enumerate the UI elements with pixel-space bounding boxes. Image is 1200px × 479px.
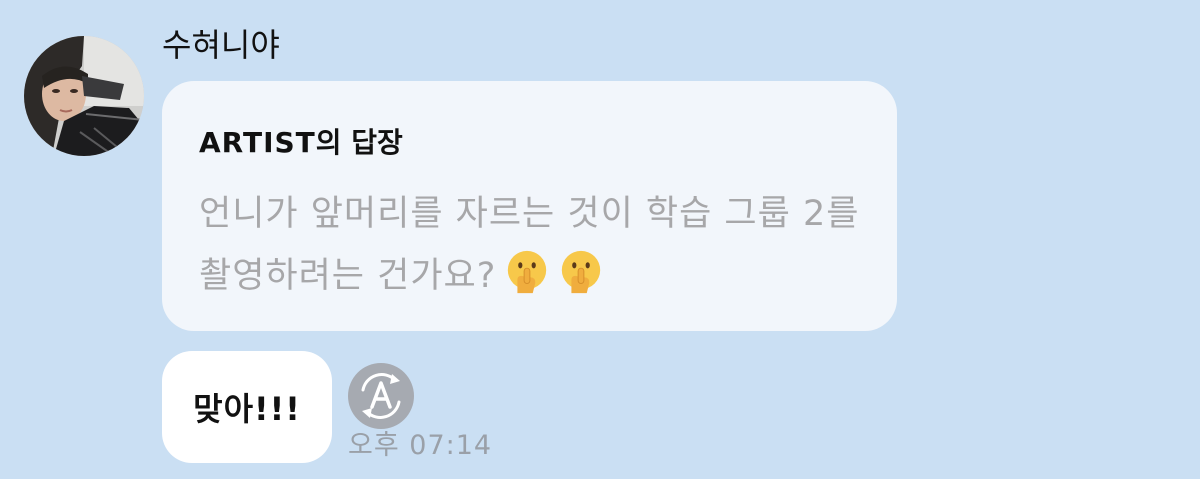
shushing-face-icon [508, 250, 547, 294]
emoji-group [496, 250, 604, 296]
reply-header-suffix: 의 답장 [315, 126, 403, 159]
timestamp: 오후 07:14 [348, 430, 493, 461]
message-bubble: 맞아!!! [162, 351, 332, 463]
avatar-photo [24, 36, 144, 156]
reply-header-artist: ARTIST [199, 126, 316, 159]
auto-translate-button[interactable] [348, 363, 414, 429]
artist-reply-bubble: ARTIST의 답장 언니가 앞머리를 자르는 것이 학습 그룹 2를 촬영하려… [162, 81, 897, 331]
sender-name: 수혀니야 [162, 26, 280, 64]
quoted-message: 언니가 앞머리를 자르는 것이 학습 그룹 2를 촬영하려는 건가요? [199, 183, 863, 307]
shushing-face-icon [562, 250, 601, 294]
reply-header: ARTIST의 답장 [199, 125, 863, 161]
auto-translate-icon [361, 373, 401, 419]
avatar[interactable] [24, 36, 144, 156]
